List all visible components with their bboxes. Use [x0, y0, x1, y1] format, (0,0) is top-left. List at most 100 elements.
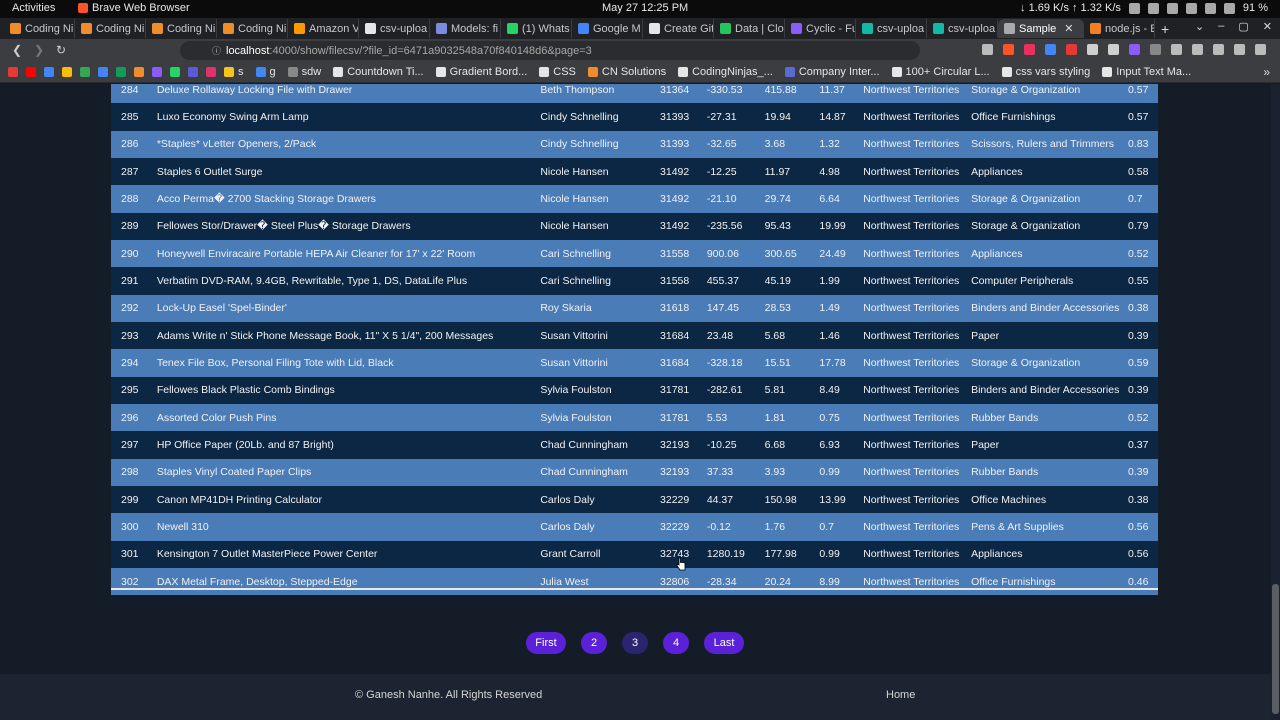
bookmark-item[interactable]: g	[255, 66, 276, 78]
page-2-button[interactable]: 2	[581, 632, 607, 654]
app-menu[interactable]: Brave Web Browser	[78, 2, 190, 14]
shipping-cost-cell: 8.49	[819, 384, 840, 397]
tab-label: Cyclic - Fu	[806, 22, 856, 35]
bookmark-favicon-icon	[116, 67, 126, 77]
product-category-cell: Appliances	[971, 165, 1023, 178]
browser-tab[interactable]: csv-uploa	[927, 19, 998, 38]
bookmark-favicon-icon	[98, 67, 108, 77]
extension-icon[interactable]	[1087, 44, 1098, 55]
tab-favicon-icon	[507, 23, 518, 34]
bookmark-item[interactable]: Countdown Ti...	[333, 66, 424, 78]
bookmark-item[interactable]	[26, 67, 36, 77]
brave-rewards-icon[interactable]	[1024, 44, 1035, 55]
tab-label: Google M	[593, 22, 641, 35]
bookmark-item[interactable]	[80, 67, 90, 77]
clock[interactable]: May 27 12:25 PM	[602, 2, 688, 14]
bookmark-item[interactable]: Gradient Bord...	[435, 66, 527, 78]
activities-button[interactable]: Activities	[12, 2, 55, 14]
menu-icon[interactable]	[1255, 44, 1266, 55]
customer-name-cell: Susan Vittorini	[540, 329, 608, 342]
bookmark-item[interactable]	[170, 67, 180, 77]
region-cell: Northwest Territories	[863, 165, 960, 178]
bookmark-item[interactable]: sdw	[287, 66, 321, 78]
bookmark-item[interactable]: s	[224, 66, 244, 78]
close-window-icon[interactable]: ✕	[1263, 20, 1272, 33]
extension-icon[interactable]	[1150, 44, 1161, 55]
browser-tab[interactable]: Coding Ni	[146, 19, 217, 38]
browser-tab[interactable]: Coding Ni	[4, 19, 75, 38]
browser-tab[interactable]: Models: fi	[430, 19, 501, 38]
url-field[interactable]: ⓘ localhost:4000/show/filecsv/?file_id=6…	[180, 41, 920, 60]
bookmark-item[interactable]	[152, 67, 162, 77]
customer-name-cell: Chad Cunningham	[540, 466, 628, 479]
home-link[interactable]: Home	[886, 689, 915, 701]
first-page-button[interactable]: First	[526, 632, 566, 654]
site-info-icon[interactable]: ⓘ	[212, 44, 221, 57]
bookmark-item[interactable]	[8, 67, 18, 77]
minimize-icon[interactable]: –	[1218, 20, 1224, 33]
brave-shields-icon[interactable]	[1003, 44, 1014, 55]
bookmark-item[interactable]: 100+ Circular L...	[891, 66, 990, 78]
browser-tab[interactable]: Sample ✕	[998, 19, 1084, 38]
bookmark-item[interactable]	[116, 67, 126, 77]
system-tray[interactable]: ↓ 1.69 K/s ↑ 1.32 K/s 91 %	[1020, 2, 1268, 14]
tab-favicon-icon	[933, 23, 944, 34]
sidebar-icon[interactable]	[1213, 44, 1224, 55]
bookmark-item[interactable]: CN Solutions	[587, 66, 666, 78]
browser-tab[interactable]: Coding Ni	[217, 19, 288, 38]
close-tab-icon[interactable]: ✕	[1064, 22, 1073, 35]
page-3-button[interactable]: 3	[622, 632, 648, 654]
scrollbar-thumb[interactable]	[1272, 584, 1279, 714]
puzzle-icon[interactable]	[1171, 44, 1182, 55]
bookmark-item[interactable]	[62, 67, 72, 77]
table-row: 294 Tenex File Box, Personal Filing Tote …	[111, 349, 1158, 377]
camera-icon	[1128, 2, 1140, 14]
tab-favicon-icon	[862, 23, 873, 34]
browser-tab[interactable]: Create Git	[643, 19, 714, 38]
last-page-button[interactable]: Last	[704, 632, 744, 654]
bookmark-item[interactable]: CSS	[539, 66, 576, 78]
reload-icon[interactable]: ↻	[50, 43, 72, 57]
tab-search-icon[interactable]: ⌄	[1195, 20, 1204, 33]
new-tab-button[interactable]: +	[1161, 21, 1169, 37]
bookmark-item[interactable]	[98, 67, 108, 77]
bookmark-item[interactable]: CodingNinjas_...	[678, 66, 773, 78]
back-icon[interactable]: ❮	[6, 43, 28, 57]
extension-icon[interactable]	[1129, 44, 1140, 55]
forward-icon[interactable]: ❯	[28, 43, 50, 57]
extension-icon[interactable]	[1108, 44, 1119, 55]
wallet-icon[interactable]	[1234, 44, 1245, 55]
bookmark-item[interactable]: css vars styling	[1001, 66, 1090, 78]
browser-tab[interactable]: node.js - E	[1084, 19, 1155, 38]
browser-tab[interactable]: Data | Clo	[714, 19, 785, 38]
maximize-icon[interactable]: ▢	[1238, 20, 1248, 33]
tab-favicon-icon	[365, 23, 376, 34]
discount-value-cell: 0.57	[1128, 110, 1149, 123]
bookmark-item[interactable]: Company Inter...	[784, 66, 880, 78]
browser-tab[interactable]: Coding Ni	[75, 19, 146, 38]
page-4-button[interactable]: 4	[663, 632, 689, 654]
bookmark-item[interactable]	[134, 67, 144, 77]
download-icon[interactable]	[1192, 44, 1203, 55]
browser-tab[interactable]: Amazon V	[288, 19, 359, 38]
discount-value-cell: 0.38	[1128, 302, 1149, 315]
browser-tab[interactable]: csv-uploa	[856, 19, 927, 38]
share-icon[interactable]	[982, 44, 993, 55]
product-category-cell: Computer Peripherals	[971, 274, 1074, 287]
bookmark-item[interactable]: Input Text Ma...	[1102, 66, 1191, 78]
browser-tab[interactable]: (1) Whats	[501, 19, 572, 38]
extension-icon[interactable]	[1045, 44, 1056, 55]
unit-price-cell: 300.65	[764, 247, 797, 260]
product-category-cell: Paper	[971, 438, 1000, 451]
bookmark-item[interactable]	[188, 67, 198, 77]
browser-tab[interactable]: csv-uploa	[359, 19, 430, 38]
extension-icon[interactable]	[1066, 44, 1077, 55]
more-bookmarks-icon[interactable]: »	[1263, 65, 1270, 79]
product-name-cell: Tenex File Box, Personal Filing Tote wit…	[156, 356, 394, 369]
browser-tab[interactable]: Cyclic - Fu	[785, 19, 856, 38]
bookmark-item[interactable]	[44, 67, 54, 77]
bookmark-item[interactable]	[206, 67, 216, 77]
browser-tab[interactable]: Google M	[572, 19, 643, 38]
bookmark-favicon-icon	[44, 67, 54, 77]
unit-price-cell: 45.19	[764, 274, 791, 287]
